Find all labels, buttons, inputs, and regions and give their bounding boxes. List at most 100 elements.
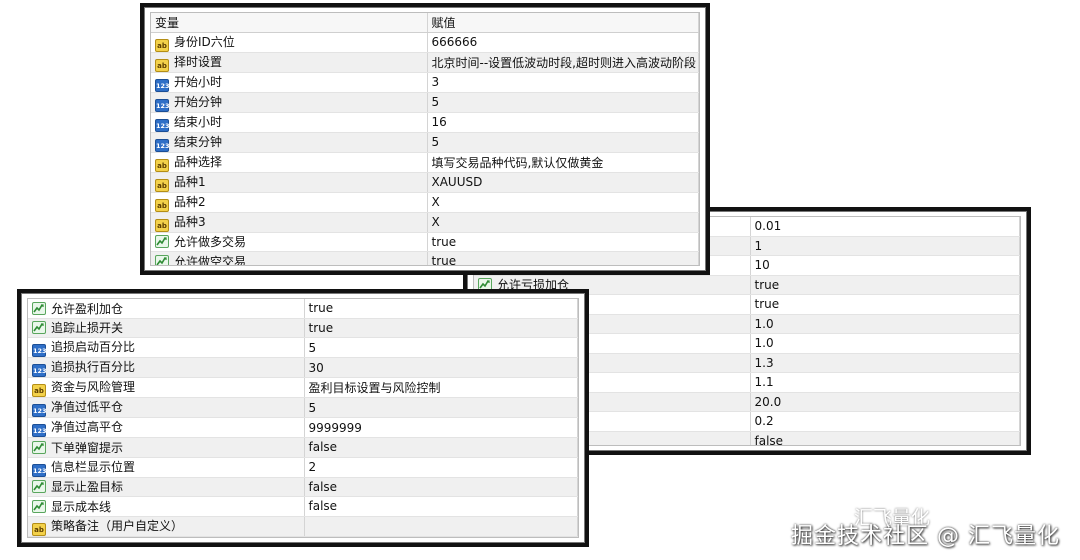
param-value-cell[interactable]: false (304, 437, 578, 458)
param-value-cell[interactable]: 1.1 (750, 372, 1020, 393)
param-value-cell[interactable]: true (304, 299, 578, 319)
boolean-type-icon (32, 480, 46, 494)
param-value-cell[interactable]: 盈利目标设置与风险控制 (304, 377, 578, 398)
params-panel-top: 变量 赋值 ab 身份ID六位 666666 ab 择时设置 北京时间--设置低波动时段,… (140, 3, 710, 275)
table-row[interactable]: ab 身份ID六位 666666 (151, 32, 699, 53)
param-value-cell[interactable]: X (427, 192, 699, 213)
param-name-cell[interactable]: ab 品种1 (151, 172, 428, 193)
table-row[interactable]: ab 择时设置 北京时间--设置低波动时段,超时则进入高波动阶段 (151, 52, 699, 73)
column-header-value[interactable]: 赋值 (427, 13, 699, 33)
param-name-cell[interactable]: 123 开始分钟 (151, 92, 428, 113)
param-value-cell[interactable]: false (304, 496, 578, 517)
param-value-cell[interactable]: 5 (304, 397, 578, 418)
param-value-cell[interactable]: 666666 (427, 32, 699, 53)
param-name-cell[interactable]: ab 品种2 (151, 192, 428, 213)
integer-type-icon: 123 (32, 344, 47, 357)
param-name-cell[interactable]: 123 净值过高平仓 (28, 417, 305, 438)
param-name-cell[interactable]: 123 结束小时 (151, 112, 428, 133)
param-value-cell[interactable]: 填写交易品种代码,默认仅做黄金 (427, 152, 699, 173)
param-name: 允许做空交易 (174, 254, 247, 266)
string-type-icon: ab (32, 522, 46, 535)
param-value-cell[interactable]: 9999999 (304, 417, 578, 438)
param-value-cell[interactable]: 1.0 (750, 333, 1020, 354)
table-row[interactable]: 追踪止损开关 true (28, 318, 578, 338)
param-name-cell[interactable]: ab 品种选择 (151, 152, 428, 173)
table-row[interactable]: 显示成本线 false (28, 496, 578, 517)
table-row[interactable]: ab 品种2 X (151, 192, 699, 213)
param-value-cell[interactable]: 2 (304, 457, 578, 478)
param-name-cell[interactable]: ab 资金与风险管理 (28, 377, 305, 398)
table-row[interactable]: 允许盈利加仓 true (28, 299, 578, 319)
param-name-cell[interactable]: ab 择时设置 (151, 52, 428, 73)
param-value-cell[interactable]: 30 (304, 357, 578, 378)
table-row[interactable]: ab 品种选择 填写交易品种代码,默认仅做黄金 (151, 152, 699, 173)
param-value-cell[interactable]: true (304, 318, 578, 338)
table-row[interactable]: 下单弹窗提示 false (28, 437, 578, 458)
param-name-cell[interactable]: 显示止盈目标 (28, 477, 305, 497)
param-value-cell[interactable]: 5 (427, 92, 699, 113)
param-value-cell[interactable]: 20.0 (750, 392, 1020, 412)
table-row[interactable]: 显示止盈目标 false (28, 477, 578, 497)
param-value-cell[interactable]: 1 (750, 236, 1020, 256)
param-value-cell[interactable]: 1.3 (750, 353, 1020, 373)
param-value-cell[interactable] (304, 516, 578, 537)
param-name: 显示成本线 (51, 499, 112, 514)
param-name: 品种1 (174, 174, 206, 189)
param-value-cell[interactable]: 3 (427, 72, 699, 93)
param-name-cell[interactable]: 下单弹窗提示 (28, 437, 305, 458)
table-row[interactable]: 123 结束小时 16 (151, 112, 699, 133)
table-row[interactable]: 123 净值过低平仓 5 (28, 397, 578, 418)
param-name-cell[interactable]: 显示成本线 (28, 496, 305, 517)
param-name-cell[interactable]: 123 净值过低平仓 (28, 397, 305, 418)
table-row[interactable]: 允许做多交易 true (151, 232, 699, 252)
param-value-cell[interactable]: 北京时间--设置低波动时段,超时则进入高波动阶段 (427, 52, 699, 73)
param-value-cell[interactable]: true (750, 275, 1020, 295)
param-name: 策略备注（用户自定义） (51, 518, 184, 533)
param-value-cell[interactable]: XAUUSD (427, 172, 699, 193)
param-name-cell[interactable]: 123 开始小时 (151, 72, 428, 93)
param-value-cell[interactable]: 16 (427, 112, 699, 133)
param-name-cell[interactable]: ab 品种3 (151, 212, 428, 233)
param-value-cell[interactable]: 1.0 (750, 314, 1020, 334)
param-name-cell[interactable]: 追踪止损开关 (28, 318, 305, 338)
table-row[interactable]: 123 开始小时 3 (151, 72, 699, 93)
param-name-cell[interactable]: 123 追损执行百分比 (28, 357, 305, 378)
param-name: 净值过高平仓 (51, 420, 124, 434)
column-header-variable[interactable]: 变量 (151, 13, 428, 33)
param-value-cell[interactable]: false (750, 431, 1020, 445)
param-name-cell[interactable]: ab 策略备注（用户自定义） (28, 516, 305, 537)
param-value-cell[interactable]: 0.01 (750, 217, 1020, 237)
param-value-cell[interactable]: false (304, 477, 578, 497)
boolean-type-icon (32, 321, 46, 335)
table-row[interactable]: ab 资金与风险管理 盈利目标设置与风险控制 (28, 377, 578, 398)
param-value-cell[interactable]: 5 (304, 337, 578, 358)
param-value-cell[interactable]: true (427, 251, 699, 265)
table-row[interactable]: 允许做空交易 true (151, 251, 699, 266)
param-value-cell[interactable]: 5 (427, 132, 699, 153)
table-row[interactable]: ab 品种1 XAUUSD (151, 172, 699, 193)
param-value-cell[interactable]: 0.2 (750, 411, 1020, 432)
site-watermark: 掘金技术社区 @ 汇飞量化 (791, 524, 1060, 549)
param-name-cell[interactable]: 123 结束分钟 (151, 132, 428, 153)
table-row[interactable]: 123 追损启动百分比 5 (28, 337, 578, 358)
param-value-cell[interactable]: X (427, 212, 699, 233)
param-name-cell[interactable]: 123 追损启动百分比 (28, 337, 305, 358)
param-name-cell[interactable]: ab 身份ID六位 (151, 32, 428, 53)
table-row[interactable]: 123 开始分钟 5 (151, 92, 699, 113)
table-row[interactable]: 123 信息栏显示位置 2 (28, 457, 578, 478)
param-name-cell[interactable]: 123 信息栏显示位置 (28, 457, 305, 478)
param-name: 信息栏显示位置 (51, 459, 136, 474)
param-name-cell[interactable]: 允许做空交易 (151, 251, 428, 266)
integer-type-icon: 123 (155, 118, 170, 131)
param-value-cell[interactable]: 10 (750, 255, 1020, 276)
table-row[interactable]: ab 品种3 X (151, 212, 699, 233)
param-name-cell[interactable]: 允许盈利加仓 (28, 299, 305, 319)
param-value-cell[interactable]: true (427, 232, 699, 252)
table-row[interactable]: 123 净值过高平仓 9999999 (28, 417, 578, 438)
table-row[interactable]: 123 结束分钟 5 (151, 132, 699, 153)
param-name-cell[interactable]: 允许做多交易 (151, 232, 428, 252)
param-value-cell[interactable]: true (750, 294, 1020, 315)
param-name: 追踪止损开关 (51, 321, 124, 336)
table-row[interactable]: 123 追损执行百分比 30 (28, 357, 578, 378)
table-row[interactable]: ab 策略备注（用户自定义） (28, 516, 578, 537)
